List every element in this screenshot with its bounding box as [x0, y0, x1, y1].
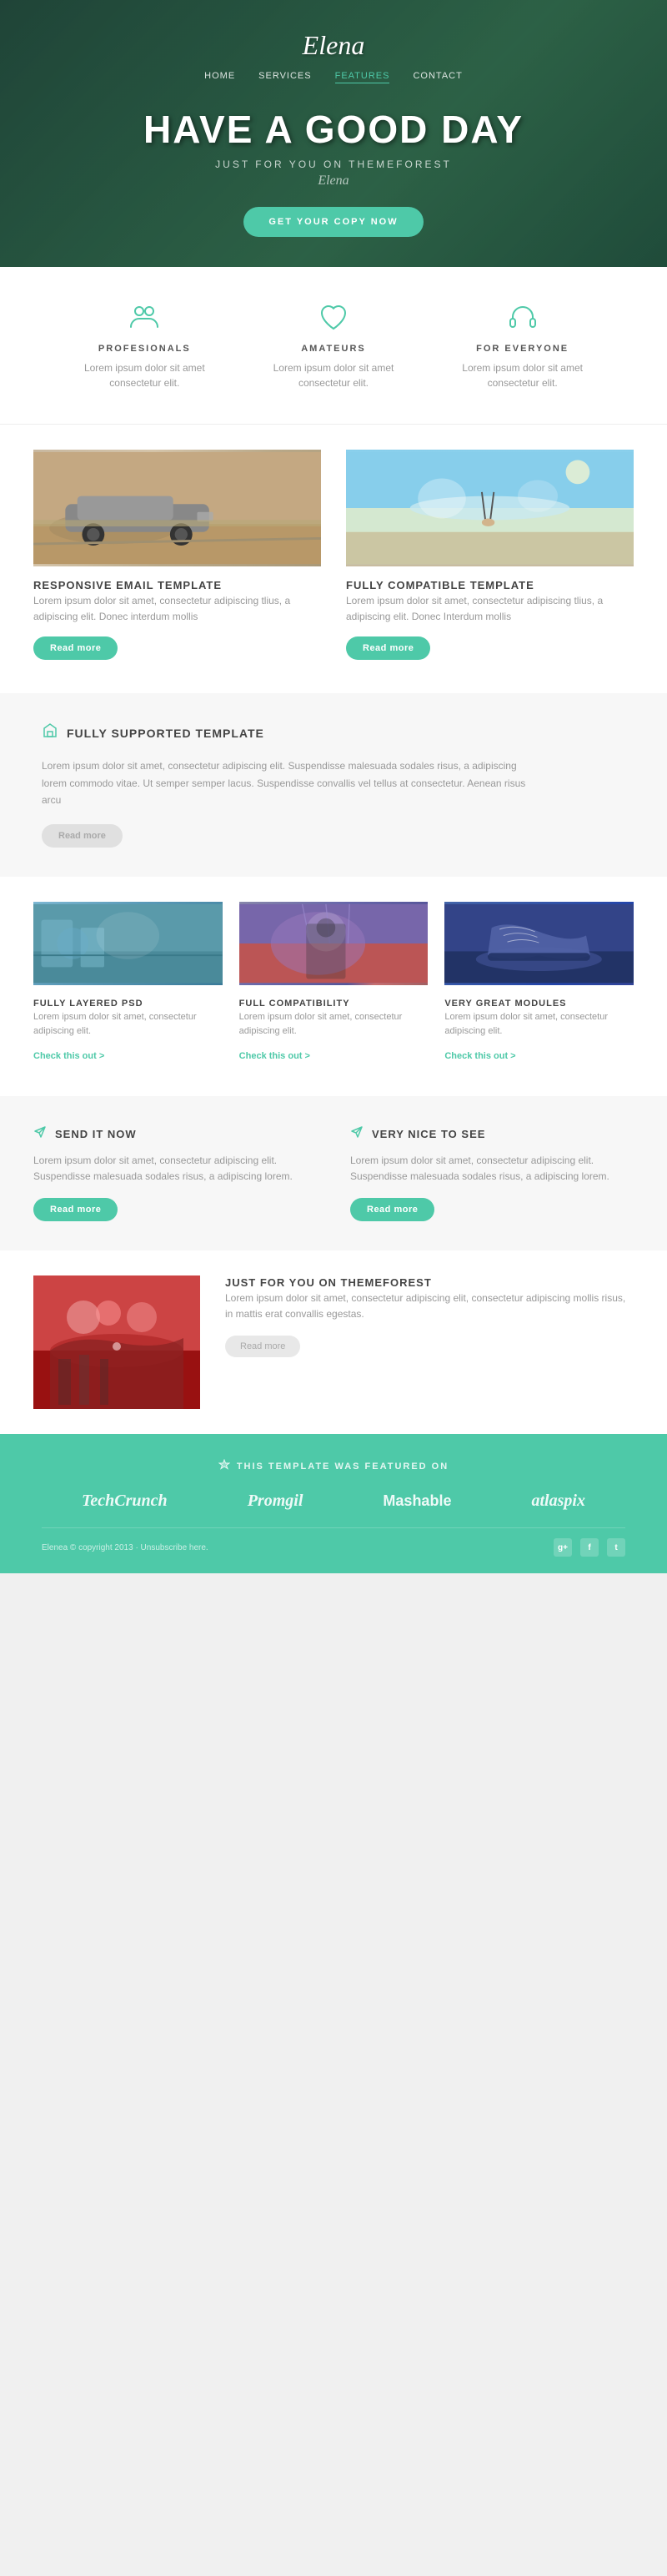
- supported-section: FULLY SUPPORTED TEMPLATE Lorem ipsum dol…: [0, 693, 667, 876]
- compatibility-check-link[interactable]: Check this out >: [239, 1051, 310, 1061]
- nav-contact[interactable]: CONTACT: [413, 71, 462, 83]
- hero-cta-button[interactable]: GET YOUR COPY NOW: [243, 207, 423, 237]
- col-layered-desc: Lorem ipsum dolor sit amet, consectetur …: [33, 1010, 223, 1039]
- footer-featured-text: THIS TEMPLATE WAS FEATURED ON: [237, 1462, 449, 1472]
- footer-featured-label: THIS TEMPLATE WAS FEATURED ON: [42, 1459, 625, 1473]
- send-col-left: SEND IT NOW Lorem ipsum dolor sit amet, …: [33, 1125, 317, 1221]
- nice-read-more-button[interactable]: Read more: [350, 1198, 434, 1221]
- hero-title: HAVE A GOOD DAY: [143, 107, 524, 152]
- featured-section: JUST FOR YOU ON THEMEFOREST Lorem ipsum …: [0, 1250, 667, 1434]
- footer-copyright: Elenea © copyright 2013 · Unsubscribe he…: [42, 1527, 625, 1557]
- col-modules-title: VERY GREAT MODULES: [444, 999, 566, 1009]
- supported-read-more-button[interactable]: Read more: [42, 824, 123, 848]
- feature-everyone-desc: Lorem ipsum dolor sit amet consectetur e…: [439, 360, 606, 390]
- send-read-more-button[interactable]: Read more: [33, 1198, 118, 1221]
- heart-icon: [317, 300, 350, 334]
- col-compatible-template: FULLY COMPATIBLE TEMPLATE Lorem ipsum do…: [346, 450, 634, 660]
- hero-subtitle: JUST FOR YOU ON THEMEFOREST: [215, 158, 452, 170]
- feature-everyone: FOR EVERYONE Lorem ipsum dolor sit amet …: [439, 300, 606, 390]
- google-plus-icon[interactable]: g+: [554, 1538, 572, 1557]
- feature-amateurs-title: AMATEURS: [301, 344, 366, 354]
- beach-image: [346, 450, 634, 566]
- star-badge-icon: [218, 1459, 230, 1473]
- footer-section: THIS TEMPLATE WAS FEATURED ON TechCrunch…: [0, 1434, 667, 1573]
- features-strip: PROFESIONALS Lorem ipsum dolor sit amet …: [0, 267, 667, 425]
- nav-services[interactable]: SERVICES: [258, 71, 311, 83]
- facebook-icon[interactable]: f: [580, 1538, 599, 1557]
- featured-image: [33, 1275, 200, 1409]
- rain-image: [239, 902, 429, 985]
- send-col-right: VERY NICE TO SEE Lorem ipsum dolor sit a…: [350, 1125, 634, 1221]
- col-responsive-title: RESPONSIVE EMAIL TEMPLATE: [33, 579, 222, 591]
- supported-header: FULLY SUPPORTED TEMPLATE: [42, 722, 625, 744]
- shoes-image: [444, 902, 634, 985]
- feature-amateurs: AMATEURS Lorem ipsum dolor sit amet cons…: [250, 300, 417, 390]
- nav-features[interactable]: FEATURES: [335, 71, 390, 83]
- featured-title: JUST FOR YOU ON THEMEFOREST: [225, 1276, 432, 1289]
- col-modules-desc: Lorem ipsum dolor sit amet, consectetur …: [444, 1010, 634, 1039]
- send-title-right: VERY NICE TO SEE: [372, 1128, 485, 1140]
- col-responsive-email: RESPONSIVE EMAIL TEMPLATE Lorem ipsum do…: [33, 450, 321, 660]
- atlaspix-logo: atlaspix: [532, 1492, 585, 1511]
- social-icons-group: g+ f t: [554, 1538, 625, 1557]
- feature-professionals-title: PROFESIONALS: [98, 344, 191, 354]
- responsive-read-more-button[interactable]: Read more: [33, 636, 118, 660]
- feature-professionals: PROFESIONALS Lorem ipsum dolor sit amet …: [61, 300, 228, 390]
- hero-section: Elena HOME SERVICES FEATURES CONTACT HAV…: [0, 0, 667, 267]
- site-logo: Elena: [303, 30, 365, 61]
- send-section: SEND IT NOW Lorem ipsum dolor sit amet, …: [0, 1096, 667, 1250]
- main-nav: HOME SERVICES FEATURES CONTACT: [204, 71, 463, 83]
- car-image: [33, 450, 321, 566]
- send-icon: [33, 1125, 47, 1143]
- featured-content: JUST FOR YOU ON THEMEFOREST Lorem ipsum …: [225, 1275, 634, 1357]
- col-compatibility-desc: Lorem ipsum dolor sit amet, consectetur …: [239, 1010, 429, 1039]
- col-layered-title: FULLY LAYERED PSD: [33, 999, 143, 1009]
- compatible-read-more-button[interactable]: Read more: [346, 636, 430, 660]
- send-header-left: SEND IT NOW: [33, 1125, 317, 1143]
- support-icon: [42, 722, 58, 744]
- col-compatibility-title: FULL COMPATIBILITY: [239, 999, 350, 1009]
- copyright-text: Elenea © copyright 2013 · Unsubscribe he…: [42, 1543, 208, 1552]
- featured-read-more-button[interactable]: Read more: [225, 1336, 300, 1357]
- layered-check-link[interactable]: Check this out >: [33, 1051, 104, 1061]
- nice-to-see-icon: [350, 1125, 364, 1143]
- feature-everyone-title: FOR EVERYONE: [476, 344, 569, 354]
- feature-amateurs-desc: Lorem ipsum dolor sit amet consectetur e…: [250, 360, 417, 390]
- headphones-icon: [506, 300, 539, 334]
- mashable-logo: Mashable: [383, 1492, 451, 1510]
- col-responsive-desc: Lorem ipsum dolor sit amet, consectetur …: [33, 593, 321, 625]
- feature-professionals-desc: Lorem ipsum dolor sit amet consectetur e…: [61, 360, 228, 390]
- footer-logos: TechCrunch Promgil Mashable atlaspix: [42, 1492, 625, 1511]
- promgil-logo: Promgil: [248, 1492, 303, 1511]
- skate-image: [33, 902, 223, 985]
- supported-title: FULLY SUPPORTED TEMPLATE: [67, 727, 264, 740]
- send-desc-right: Lorem ipsum dolor sit amet, consectetur …: [350, 1153, 634, 1185]
- techcrunch-logo: TechCrunch: [82, 1492, 168, 1511]
- col-compatibility: FULL COMPATIBILITY Lorem ipsum dolor sit…: [239, 902, 429, 1063]
- send-title-left: SEND IT NOW: [55, 1128, 137, 1140]
- three-col-section: FULLY LAYERED PSD Lorem ipsum dolor sit …: [0, 877, 667, 1096]
- two-col-section: RESPONSIVE EMAIL TEMPLATE Lorem ipsum do…: [0, 425, 667, 693]
- modules-check-link[interactable]: Check this out >: [444, 1051, 515, 1061]
- send-desc-left: Lorem ipsum dolor sit amet, consectetur …: [33, 1153, 317, 1185]
- col-compatible-desc: Lorem ipsum dolor sit amet, consectetur …: [346, 593, 634, 625]
- featured-desc: Lorem ipsum dolor sit amet, consectetur …: [225, 1291, 634, 1322]
- col-modules: VERY GREAT MODULES Lorem ipsum dolor sit…: [444, 902, 634, 1063]
- send-header-right: VERY NICE TO SEE: [350, 1125, 634, 1143]
- col-layered-psd: FULLY LAYERED PSD Lorem ipsum dolor sit …: [33, 902, 223, 1063]
- nav-home[interactable]: HOME: [204, 71, 235, 83]
- twitter-icon[interactable]: t: [607, 1538, 625, 1557]
- hero-script: Elena: [318, 174, 349, 189]
- people-icon: [128, 300, 161, 334]
- supported-desc: Lorem ipsum dolor sit amet, consectetur …: [42, 757, 542, 808]
- col-compatible-title: FULLY COMPATIBLE TEMPLATE: [346, 579, 534, 591]
